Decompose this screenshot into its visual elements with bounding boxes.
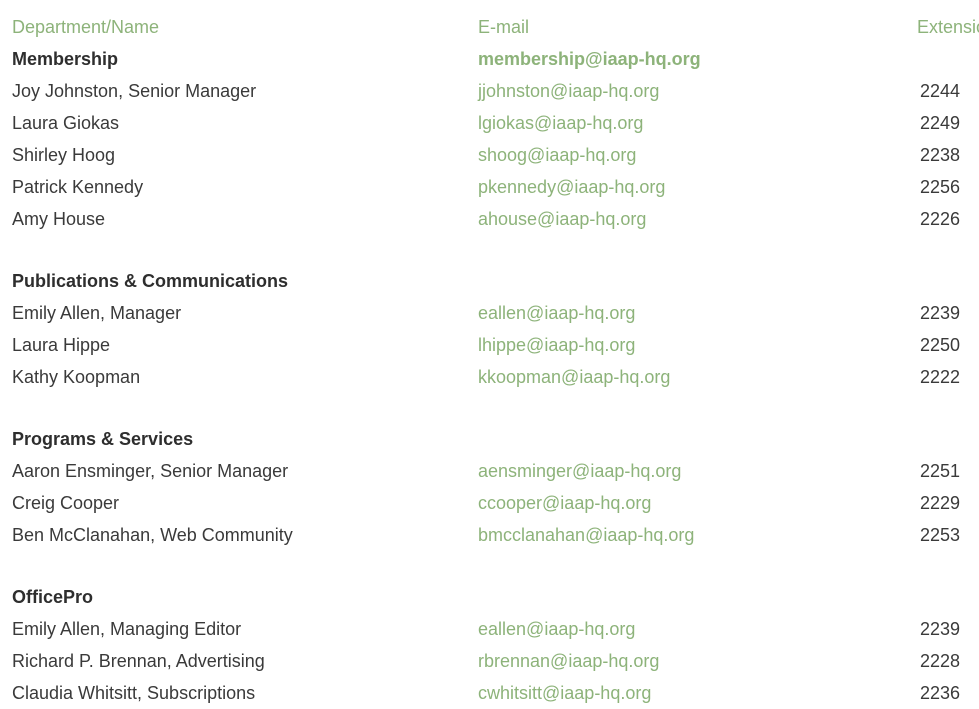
staff-row: Ben McClanahan, Web Community bmcclanaha… xyxy=(12,519,979,551)
email-column-header: E-mail xyxy=(478,17,530,37)
staff-directory: Department/Name E-mail Extension Members… xyxy=(12,11,979,709)
staff-extension: 2226 xyxy=(920,209,961,229)
staff-row: Richard P. Brennan, Advertising rbrennan… xyxy=(12,645,979,677)
staff-email-link[interactable]: ahouse@iaap-hq.org xyxy=(478,203,646,235)
staff-extension: 2229 xyxy=(920,493,961,513)
staff-row: Emily Allen, Managing Editor eallen@iaap… xyxy=(12,613,979,645)
staff-name: Ben McClanahan, Web Community xyxy=(12,525,293,545)
staff-name: Emily Allen, Manager xyxy=(12,303,182,323)
staff-name: Richard P. Brennan, Advertising xyxy=(12,651,265,671)
department-title: Programs & Services xyxy=(12,429,194,449)
department-heading-publications: Publications & Communications xyxy=(12,265,979,297)
staff-email-link[interactable]: lhippe@iaap-hq.org xyxy=(478,329,635,361)
staff-email-link[interactable]: pkennedy@iaap-hq.org xyxy=(478,171,665,203)
name-column-header: Department/Name xyxy=(12,17,160,37)
staff-email-link[interactable]: aensminger@iaap-hq.org xyxy=(478,455,681,487)
staff-email-link[interactable]: cwhitsitt@iaap-hq.org xyxy=(478,677,651,709)
staff-extension: 2236 xyxy=(920,683,961,703)
staff-name: Shirley Hoog xyxy=(12,145,116,165)
staff-email-link[interactable]: bmcclanahan@iaap-hq.org xyxy=(478,519,694,551)
staff-row: Emily Allen, Manager eallen@iaap-hq.org … xyxy=(12,297,979,329)
staff-row: Shirley Hoog shoog@iaap-hq.org 2238 xyxy=(12,139,979,171)
staff-row: Joy Johnston, Senior Manager jjohnston@i… xyxy=(12,75,979,107)
staff-extension: 2244 xyxy=(920,81,961,101)
staff-name: Laura Giokas xyxy=(12,113,120,133)
staff-name: Kathy Koopman xyxy=(12,367,141,387)
department-title: OfficePro xyxy=(12,587,94,607)
staff-name: Amy House xyxy=(12,209,106,229)
staff-email-link[interactable]: jjohnston@iaap-hq.org xyxy=(478,75,659,107)
staff-extension: 2253 xyxy=(920,525,961,545)
staff-row: Laura Hippe lhippe@iaap-hq.org 2250 xyxy=(12,329,979,361)
staff-row: Claudia Whitsitt, Subscriptions cwhitsit… xyxy=(12,677,979,709)
department-title: Membership xyxy=(12,49,119,69)
department-heading-programs: Programs & Services xyxy=(12,423,979,455)
staff-extension: 2256 xyxy=(920,177,961,197)
staff-extension: 2249 xyxy=(920,113,961,133)
staff-row: Kathy Koopman kkoopman@iaap-hq.org 2222 xyxy=(12,361,979,393)
department-heading-officepro: OfficePro xyxy=(12,581,979,613)
department-title: Publications & Communications xyxy=(12,271,289,291)
staff-email-link[interactable]: shoog@iaap-hq.org xyxy=(478,139,636,171)
staff-email-link[interactable]: eallen@iaap-hq.org xyxy=(478,613,635,645)
staff-name: Claudia Whitsitt, Subscriptions xyxy=(12,683,256,703)
staff-name: Emily Allen, Managing Editor xyxy=(12,619,242,639)
staff-extension: 2251 xyxy=(920,461,961,481)
staff-extension: 2250 xyxy=(920,335,961,355)
staff-email-link[interactable]: rbrennan@iaap-hq.org xyxy=(478,645,659,677)
staff-extension: 2239 xyxy=(920,619,961,639)
staff-row: Amy House ahouse@iaap-hq.org 2226 xyxy=(12,203,979,235)
staff-email-link[interactable]: ccooper@iaap-hq.org xyxy=(478,487,651,519)
staff-extension: 2239 xyxy=(920,303,961,323)
staff-extension: 2228 xyxy=(920,651,961,671)
staff-name: Patrick Kennedy xyxy=(12,177,144,197)
staff-extension: 2222 xyxy=(920,367,961,387)
staff-row: Patrick Kennedy pkennedy@iaap-hq.org 225… xyxy=(12,171,979,203)
staff-name: Aaron Ensminger, Senior Manager xyxy=(12,461,289,481)
department-heading-membership: Membership membership@iaap-hq.org xyxy=(12,43,979,75)
staff-row: Aaron Ensminger, Senior Manager aensming… xyxy=(12,455,979,487)
staff-extension: 2238 xyxy=(920,145,961,165)
staff-row: Creig Cooper ccooper@iaap-hq.org 2229 xyxy=(12,487,979,519)
directory-header-row: Department/Name E-mail Extension xyxy=(12,11,979,43)
department-email-link[interactable]: membership@iaap-hq.org xyxy=(478,43,701,75)
staff-name: Creig Cooper xyxy=(12,493,120,513)
staff-row: Laura Giokas lgiokas@iaap-hq.org 2249 xyxy=(12,107,979,139)
staff-email-link[interactable]: eallen@iaap-hq.org xyxy=(478,297,635,329)
staff-email-link[interactable]: kkoopman@iaap-hq.org xyxy=(478,361,670,393)
extension-column-header: Extension xyxy=(917,17,979,37)
staff-name: Laura Hippe xyxy=(12,335,111,355)
staff-name: Joy Johnston, Senior Manager xyxy=(12,81,257,101)
staff-email-link[interactable]: lgiokas@iaap-hq.org xyxy=(478,107,643,139)
